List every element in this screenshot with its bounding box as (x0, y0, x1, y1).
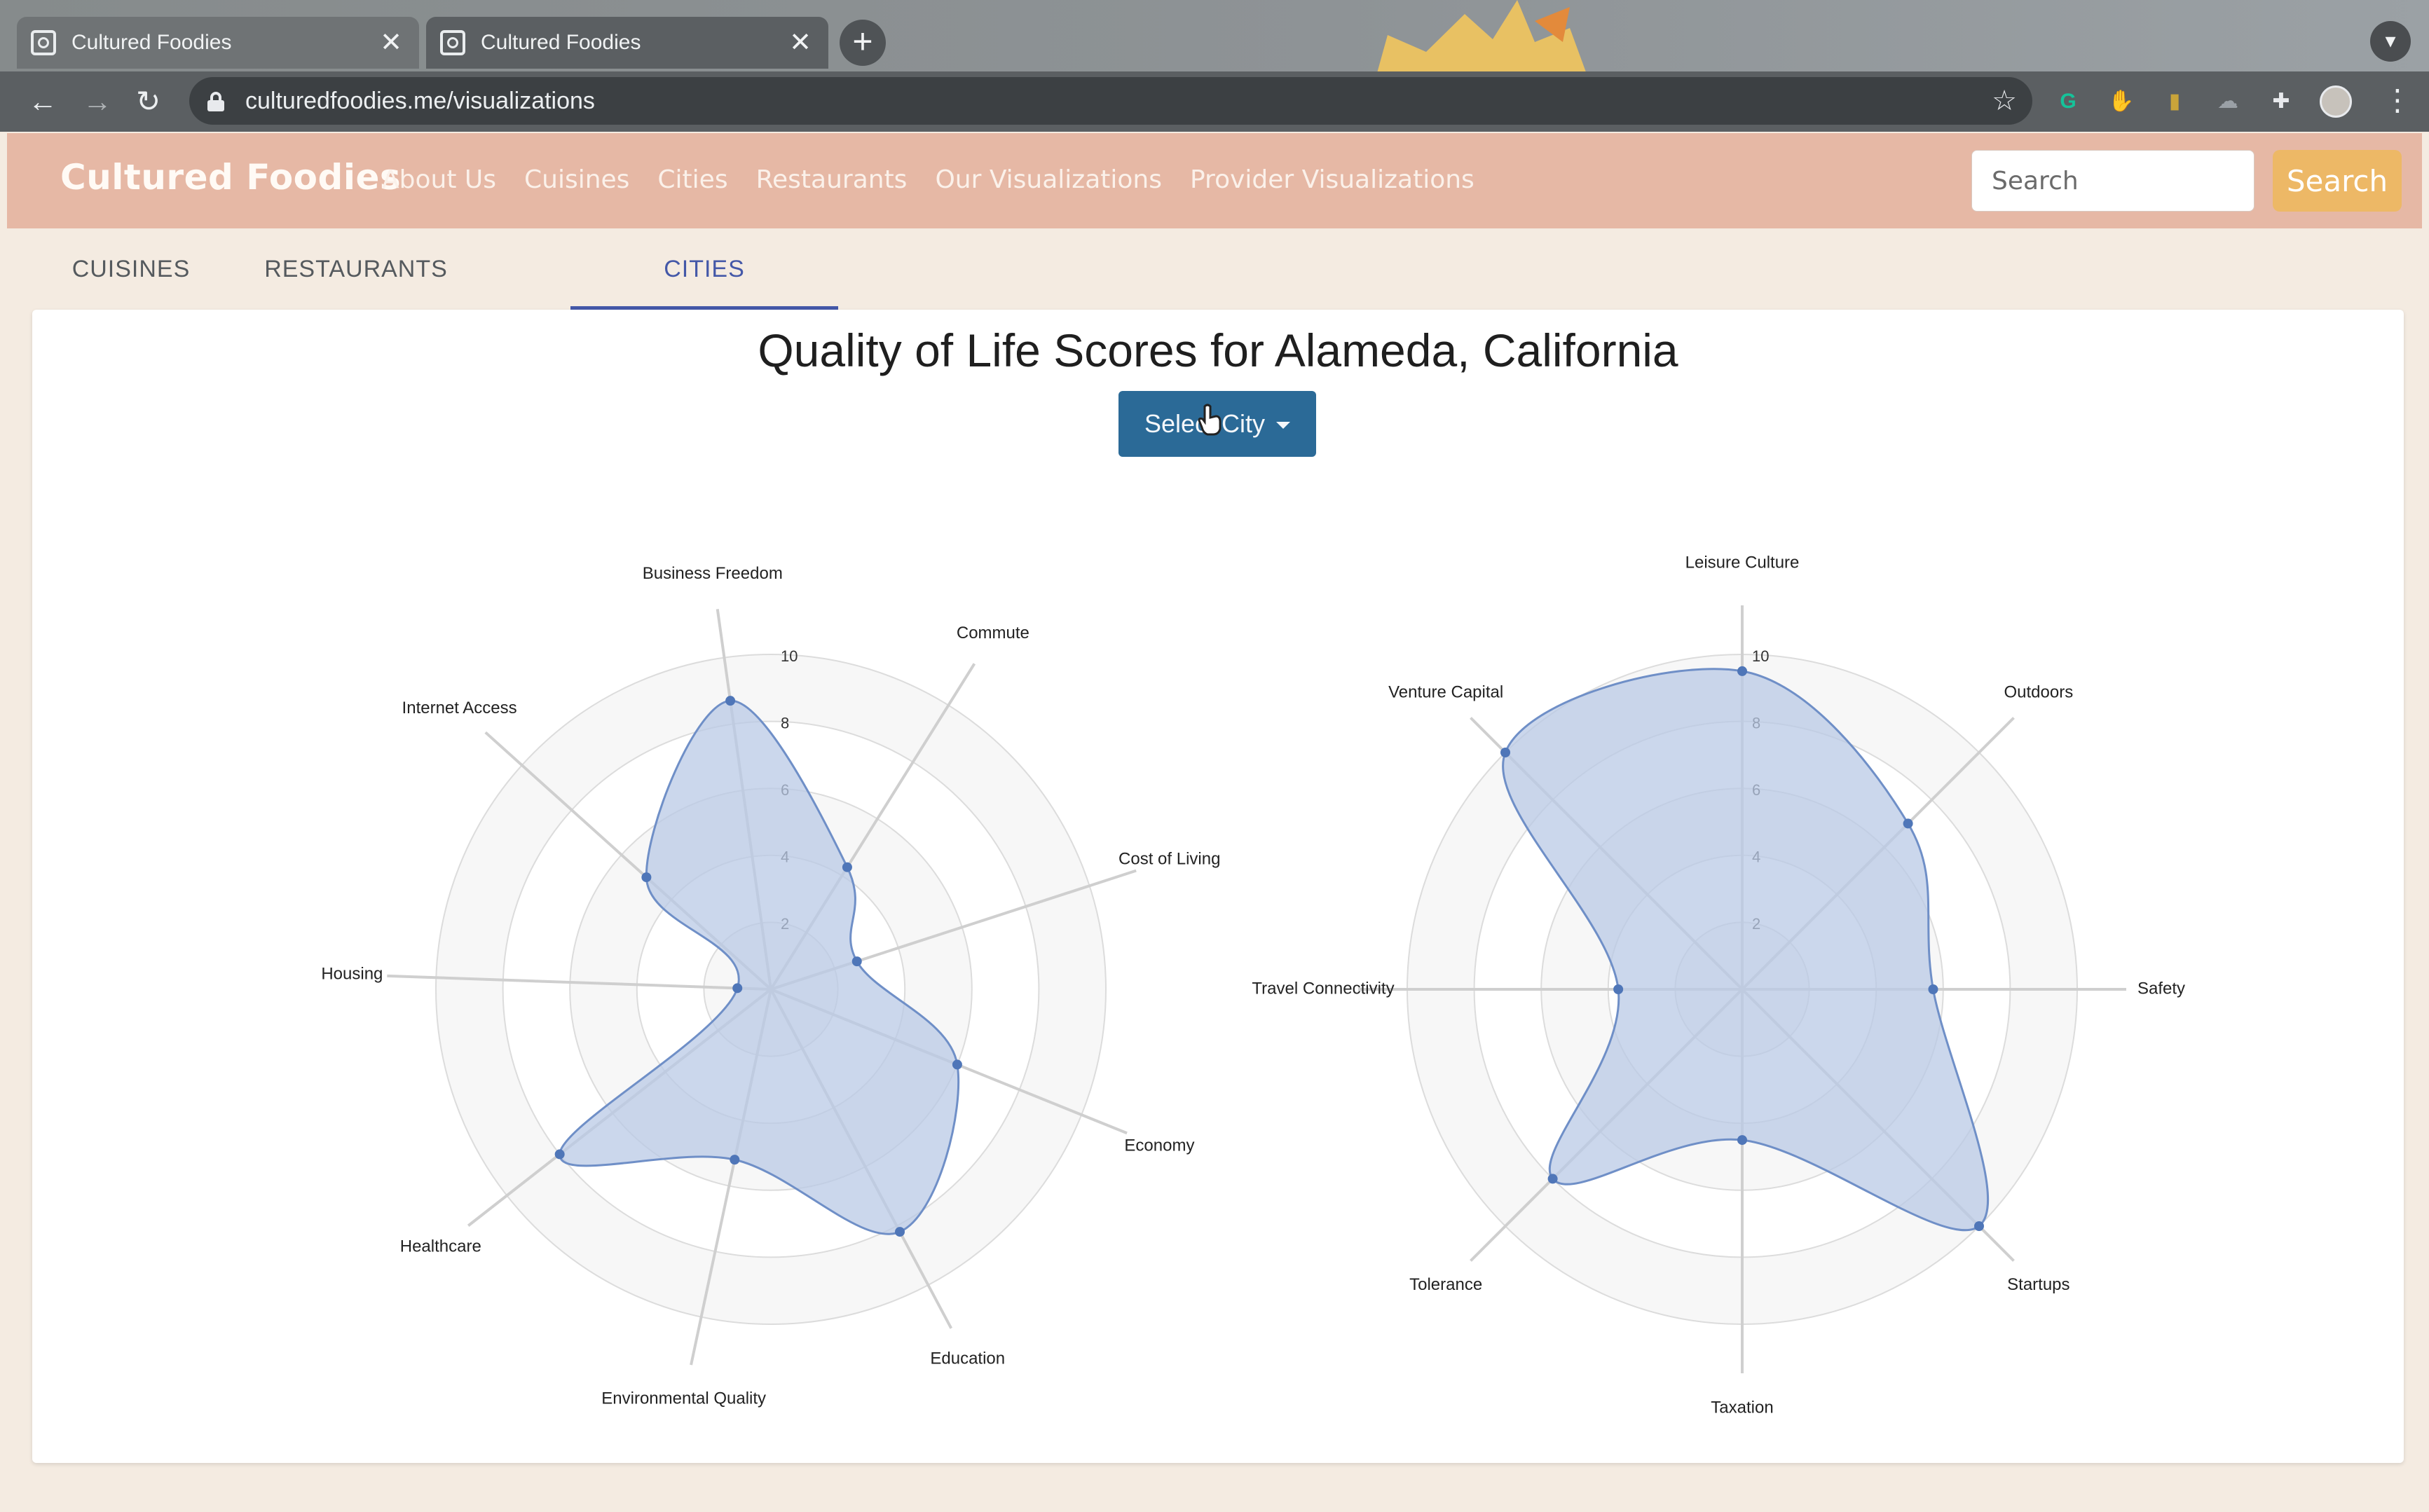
tab-title: Cultured Foodies (481, 31, 641, 54)
radar-point-venture-capital (1500, 748, 1511, 758)
nav-link-cuisines[interactable]: Cuisines (524, 165, 629, 194)
radar-axis-label-economy: Economy (1124, 1136, 1194, 1155)
radar-point-healthcare (554, 1149, 565, 1160)
close-tab-icon[interactable]: ✕ (377, 29, 405, 56)
radar-point-internet-access (641, 872, 652, 883)
browser-tab-2[interactable]: Cultured Foodies ✕ (426, 17, 828, 69)
radar-point-startups (1973, 1221, 1984, 1231)
radar-tick-label: 10 (1752, 647, 1769, 665)
nav-link-cities[interactable]: Cities (657, 165, 727, 194)
browser-toolbar: ← → ↻ culturedfoodies.me/visualizations … (0, 71, 2429, 132)
radar-point-housing (732, 983, 743, 994)
radar-point-cost-of-living (851, 956, 862, 967)
radar-axis-label-safety: Safety (2137, 979, 2185, 998)
radar-axis-label-venture-capital: Venture Capital (1388, 682, 1503, 701)
close-tab-icon[interactable]: ✕ (786, 29, 814, 56)
radar-point-commute (842, 862, 852, 872)
radar-point-outdoors (1903, 818, 1913, 829)
nav-link-our-visualizations[interactable]: Our Visualizations (935, 165, 1162, 194)
radar-point-economy (952, 1059, 962, 1070)
radar-axis-label-travel-connectivity: Travel Connectivity (1252, 979, 1394, 998)
radar-axis-label-outdoors: Outdoors (2004, 682, 2073, 701)
forward-icon[interactable]: → (83, 87, 112, 116)
radar-point-tolerance (1547, 1174, 1558, 1184)
new-tab-button[interactable]: + (840, 20, 886, 66)
browser-tab-1[interactable]: Cultured Foodies ✕ (17, 17, 419, 69)
url-text[interactable]: culturedfoodies.me/visualizations (245, 88, 1992, 115)
puzzle-extensions-icon[interactable]: ✚ (2265, 85, 2297, 118)
nav-link-about-us[interactable]: About Us (382, 165, 496, 194)
radar-point-leisure-culture (1737, 666, 1747, 676)
radar-axis-label-startups: Startups (2007, 1275, 2069, 1294)
address-bar[interactable]: culturedfoodies.me/visualizations ☆ (189, 77, 2032, 125)
caret-down-icon (1276, 422, 1291, 429)
radar-point-travel-connectivity (1613, 984, 1624, 994)
highlighter-extension-icon[interactable]: ▮ (2158, 85, 2191, 118)
cloud-extension-icon[interactable]: ☁ (2212, 85, 2244, 118)
site-navbar: Cultured Foodies About Us Cuisines Citie… (7, 133, 2422, 228)
nav-link-restaurants[interactable]: Restaurants (756, 165, 908, 194)
radar-chart-lifestyle-scores: 246810Leisure CultureOutdoorsSafetyStart… (1252, 553, 2185, 1417)
lock-icon (207, 92, 224, 111)
site-brand[interactable]: Cultured Foodies (60, 157, 401, 198)
radar-tick-label: 8 (781, 714, 789, 731)
tab-cuisines[interactable]: CUISINES (32, 231, 230, 310)
radar-axis-label-taxation: Taxation (1711, 1398, 1773, 1417)
radar-axis-label-tolerance: Tolerance (1409, 1275, 1482, 1294)
tab-restaurants[interactable]: RESTAURANTS (237, 231, 475, 310)
site-favicon-icon (31, 30, 56, 55)
grammarly-icon[interactable]: G (2052, 85, 2084, 118)
nav-links: About Us Cuisines Cities Restaurants Our… (382, 165, 1474, 194)
radar-axis-label-cost-of-living: Cost of Living (1118, 850, 1220, 869)
radar-axis-label-education: Education (930, 1349, 1005, 1368)
radar-axis-label-commute: Commute (957, 624, 1029, 642)
radar-axis-label-environmental-quality: Environmental Quality (601, 1389, 766, 1408)
tab-title: Cultured Foodies (71, 31, 232, 54)
radar-point-environmental-quality (730, 1155, 740, 1165)
nav-link-provider-visualizations[interactable]: Provider Visualizations (1190, 165, 1474, 194)
back-icon[interactable]: ← (28, 87, 57, 116)
radar-axis-label-leisure-culture: Leisure Culture (1685, 553, 1800, 572)
stop-extension-icon[interactable]: ✋ (2105, 85, 2137, 118)
reload-icon[interactable]: ↻ (136, 87, 160, 116)
radar-point-safety (1928, 984, 1938, 994)
search-button[interactable]: Search (2273, 150, 2402, 212)
page-title: Quality of Life Scores for Alameda, Cali… (758, 324, 1678, 376)
site-favicon-icon (440, 30, 465, 55)
chrome-profile-icon[interactable]: ▾ (2370, 21, 2411, 62)
radar-axis-label-housing: Housing (321, 964, 383, 983)
radar-axis-label-healthcare: Healthcare (400, 1237, 481, 1256)
browser-menu-icon[interactable]: ⋮ (2383, 85, 2412, 115)
radar-chart-city-scores: 246810Business FreedomCommuteCost of Liv… (321, 564, 1220, 1408)
radar-axis-label-internet-access: Internet Access (402, 699, 517, 717)
tab-cities[interactable]: CITIES (570, 231, 838, 310)
user-avatar[interactable] (2320, 85, 2352, 118)
visualization-card: Quality of Life Scores for Alameda, Cali… (32, 310, 2404, 1463)
radar-point-education (895, 1227, 905, 1237)
radar-point-business-freedom (725, 696, 736, 706)
search-input[interactable] (1971, 150, 2254, 212)
hand-cursor-icon (1198, 404, 1222, 436)
radar-axis-label-business-freedom: Business Freedom (643, 564, 783, 583)
radar-point-taxation (1737, 1135, 1747, 1146)
bookmark-star-icon[interactable]: ☆ (1992, 85, 2017, 117)
radar-tick-label: 10 (781, 647, 798, 665)
